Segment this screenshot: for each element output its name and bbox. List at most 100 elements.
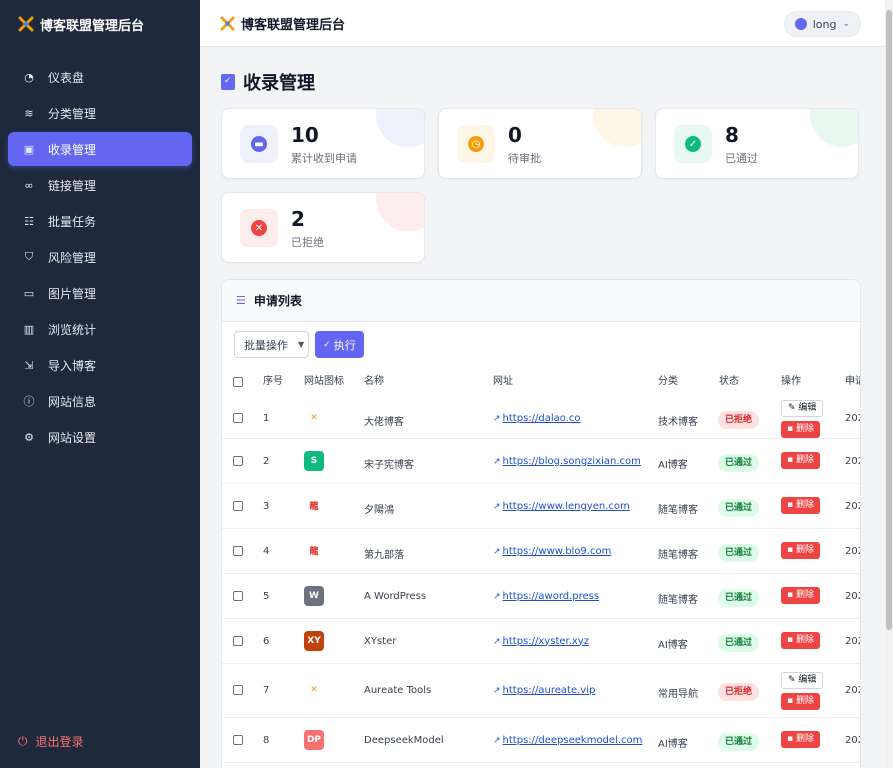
sidebar: 博客联盟管理后台 ◔ 仪表盘 ≋ 分类管理 ▣ 收录管理 ∞ 链接管理 ☷ 批量任务 ⛉ 风险管理 ▭ 图… — [0, 0, 200, 768]
column-header: 操作 — [781, 376, 801, 387]
check-circle-icon: ✓ — [685, 136, 701, 152]
user-menu-button[interactable]: long ⌄ — [783, 11, 861, 37]
column-header: 分类 — [658, 376, 678, 387]
sidebar-item-0[interactable]: ◔ 仪表盘 — [8, 60, 192, 94]
external-link-icon: ↗ — [493, 636, 501, 647]
sidebar-item-label: 收录管理 — [48, 142, 97, 157]
trash-icon: ▪ — [787, 544, 794, 555]
sidebar-nav: ◔ 仪表盘 ≋ 分类管理 ▣ 收录管理 ∞ 链接管理 ☷ 批量任务 ⛉ 风险管理 ▭ 图片管理 ▥ 浏览统计 ⇲… — [0, 60, 200, 454]
sidebar-brand[interactable]: 博客联盟管理后台 — [0, 0, 200, 48]
edit-button[interactable]: ✎ 编辑 — [781, 399, 824, 417]
delete-button[interactable]: ▪ 删除 — [781, 420, 820, 438]
stat-card-1: ◷ 0 待审批 — [438, 108, 642, 179]
table-row[interactable]: 8 DP DeepseekModel ↗ https://deepseekmodel.c… — [222, 718, 860, 763]
status-badge: 已通过 — [718, 732, 760, 751]
column-header: 名称 — [364, 376, 384, 387]
table-row[interactable]: 6 XY XYster ↗ https://xyster.xyz AI博客 已通过 ▪ 删除 2… — [222, 619, 860, 664]
page-title: 收录管理 — [221, 69, 315, 95]
site-category: 随笔博客 — [658, 549, 698, 561]
sidebar-item-10[interactable]: ⚙ 网站设置 — [8, 420, 192, 454]
decorative-circle — [810, 109, 858, 147]
scrollbar-thumb[interactable] — [886, 10, 892, 630]
apply-date: 202 — [845, 412, 860, 424]
site-category: 随笔博客 — [658, 504, 698, 516]
sidebar-item-9[interactable]: ⓘ 网站信息 — [8, 384, 192, 418]
delete-label: 删除 — [795, 589, 814, 600]
column-header: 网站图标 — [304, 376, 344, 387]
site-url-link[interactable]: ↗ https://aword.press — [493, 591, 599, 602]
row-number: 6 — [263, 635, 270, 647]
row-checkbox[interactable] — [233, 685, 243, 695]
column-header: 申请 — [845, 376, 860, 387]
stat-value: 8 — [725, 123, 739, 147]
table-row[interactable]: 5 W A WordPress ↗ https://aword.press 随笔博客 已通过… — [222, 574, 860, 619]
trash-icon: ▪ — [787, 499, 794, 510]
execute-button[interactable]: ✓ 执行 — [315, 331, 364, 358]
batch-action-select[interactable]: 批量操作 ▼ — [234, 331, 309, 358]
table-row[interactable]: 2 S 宋子宪博客 ↗ https://blog.songzixian.com AI博客 已… — [222, 439, 860, 484]
delete-button[interactable]: ▪ 删除 — [781, 730, 820, 748]
site-url: https://www.blo9.com — [502, 545, 612, 557]
edit-button[interactable]: ✎ 编辑 — [781, 672, 824, 689]
logout-label: 退出登录 — [35, 735, 84, 749]
row-checkbox[interactable] — [233, 635, 243, 646]
site-url-link[interactable]: ↗ https://aureate.vip — [493, 685, 595, 696]
delete-button[interactable]: ▪ 删除 — [781, 496, 820, 514]
caret-down-icon: ▼ — [298, 340, 305, 349]
row-number: 7 — [263, 685, 270, 696]
sidebar-item-label: 图片管理 — [48, 286, 97, 301]
dashboard-icon: ◔ — [24, 70, 34, 84]
site-url-link[interactable]: ↗ https://deepseekmodel.com — [493, 735, 642, 746]
delete-label: 删除 — [795, 544, 814, 555]
logout-button[interactable]: ⏻ 退出登录 — [18, 733, 84, 750]
site-url-link[interactable]: ↗ https://blog.songzixian.com — [493, 456, 641, 467]
status-badge: 已通过 — [718, 588, 760, 607]
status-badge: 已通过 — [718, 633, 760, 652]
sidebar-item-2[interactable]: ▣ 收录管理 — [8, 132, 192, 166]
delete-button[interactable]: ▪ 删除 — [781, 451, 820, 469]
site-favicon-icon: 龍 — [309, 502, 319, 512]
top-bar: 博客联盟管理后台 long ⌄ — [200, 0, 885, 47]
row-number: 8 — [263, 734, 270, 746]
site-category: 随笔博客 — [658, 594, 698, 606]
site-url-link[interactable]: ↗ https://www.lengyen.com — [493, 501, 630, 512]
sidebar-item-4[interactable]: ☷ 批量任务 — [8, 204, 192, 238]
delete-button[interactable]: ▪ 删除 — [781, 693, 820, 710]
sidebar-item-7[interactable]: ▥ 浏览统计 — [8, 312, 192, 346]
row-checkbox[interactable] — [233, 734, 243, 745]
site-favicon-icon: XY — [304, 630, 324, 651]
select-all-checkbox[interactable] — [233, 377, 243, 387]
card-title: 申请列表 — [253, 294, 302, 308]
delete-button[interactable]: ▪ 删除 — [781, 541, 820, 559]
sidebar-item-5[interactable]: ⛉ 风险管理 — [8, 240, 192, 274]
table-row[interactable]: 7 ✕ Aureate Tools ↗ https://aureate.vip 常用导航 已… — [222, 664, 860, 718]
sidebar-item-label: 仪表盘 — [48, 70, 85, 85]
site-url-link[interactable]: ↗ https://xyster.xyz — [493, 636, 589, 647]
delete-button[interactable]: ▪ 删除 — [781, 631, 820, 649]
status-badge: 已通过 — [718, 498, 760, 517]
row-checkbox[interactable] — [233, 412, 243, 423]
sidebar-item-label: 网站设置 — [48, 430, 97, 445]
row-checkbox[interactable] — [233, 590, 243, 601]
stat-label: 已通过 — [725, 152, 758, 165]
table-row[interactable]: 4 龍 第九部落 ↗ https://www.blo9.com 随笔博客 已通过 ▪ 删除 20… — [222, 529, 860, 574]
sidebar-item-8[interactable]: ⇲ 导入博客 — [8, 348, 192, 382]
row-number: 1 — [263, 412, 270, 424]
application-list-card: ☰ 申请列表 批量操作 ▼ ✓ 执行 序号 网站图标 名称 网址 分类 状态 操作 申请 1 ✕ 大… — [221, 279, 861, 768]
site-url-link[interactable]: ↗ https://dalao.co — [493, 413, 581, 424]
sidebar-item-3[interactable]: ∞ 链接管理 — [8, 168, 192, 202]
row-checkbox[interactable] — [233, 545, 243, 556]
sidebar-item-label: 链接管理 — [48, 178, 97, 193]
table-row[interactable]: 1 ✕ 大佬博客 ↗ https://dalao.co 技术博客 已拒绝 ✎ 编辑 ▪ 删除 20… — [222, 398, 860, 439]
page-scrollbar[interactable] — [885, 0, 893, 768]
sidebar-item-6[interactable]: ▭ 图片管理 — [8, 276, 192, 310]
delete-button[interactable]: ▪ 删除 — [781, 586, 820, 604]
sidebar-item-label: 分类管理 — [48, 106, 97, 121]
sidebar-item-1[interactable]: ≋ 分类管理 — [8, 96, 192, 130]
row-checkbox[interactable] — [233, 455, 243, 466]
row-checkbox[interactable] — [233, 500, 243, 511]
site-url-link[interactable]: ↗ https://www.blo9.com — [493, 546, 611, 557]
x-circle-icon: ✕ — [251, 220, 267, 236]
table-row[interactable]: 3 龍 夕陽鴻 ↗ https://www.lengyen.com 随笔博客 已通过 ▪ 删除… — [222, 484, 860, 529]
site-name: XYster — [364, 635, 397, 647]
